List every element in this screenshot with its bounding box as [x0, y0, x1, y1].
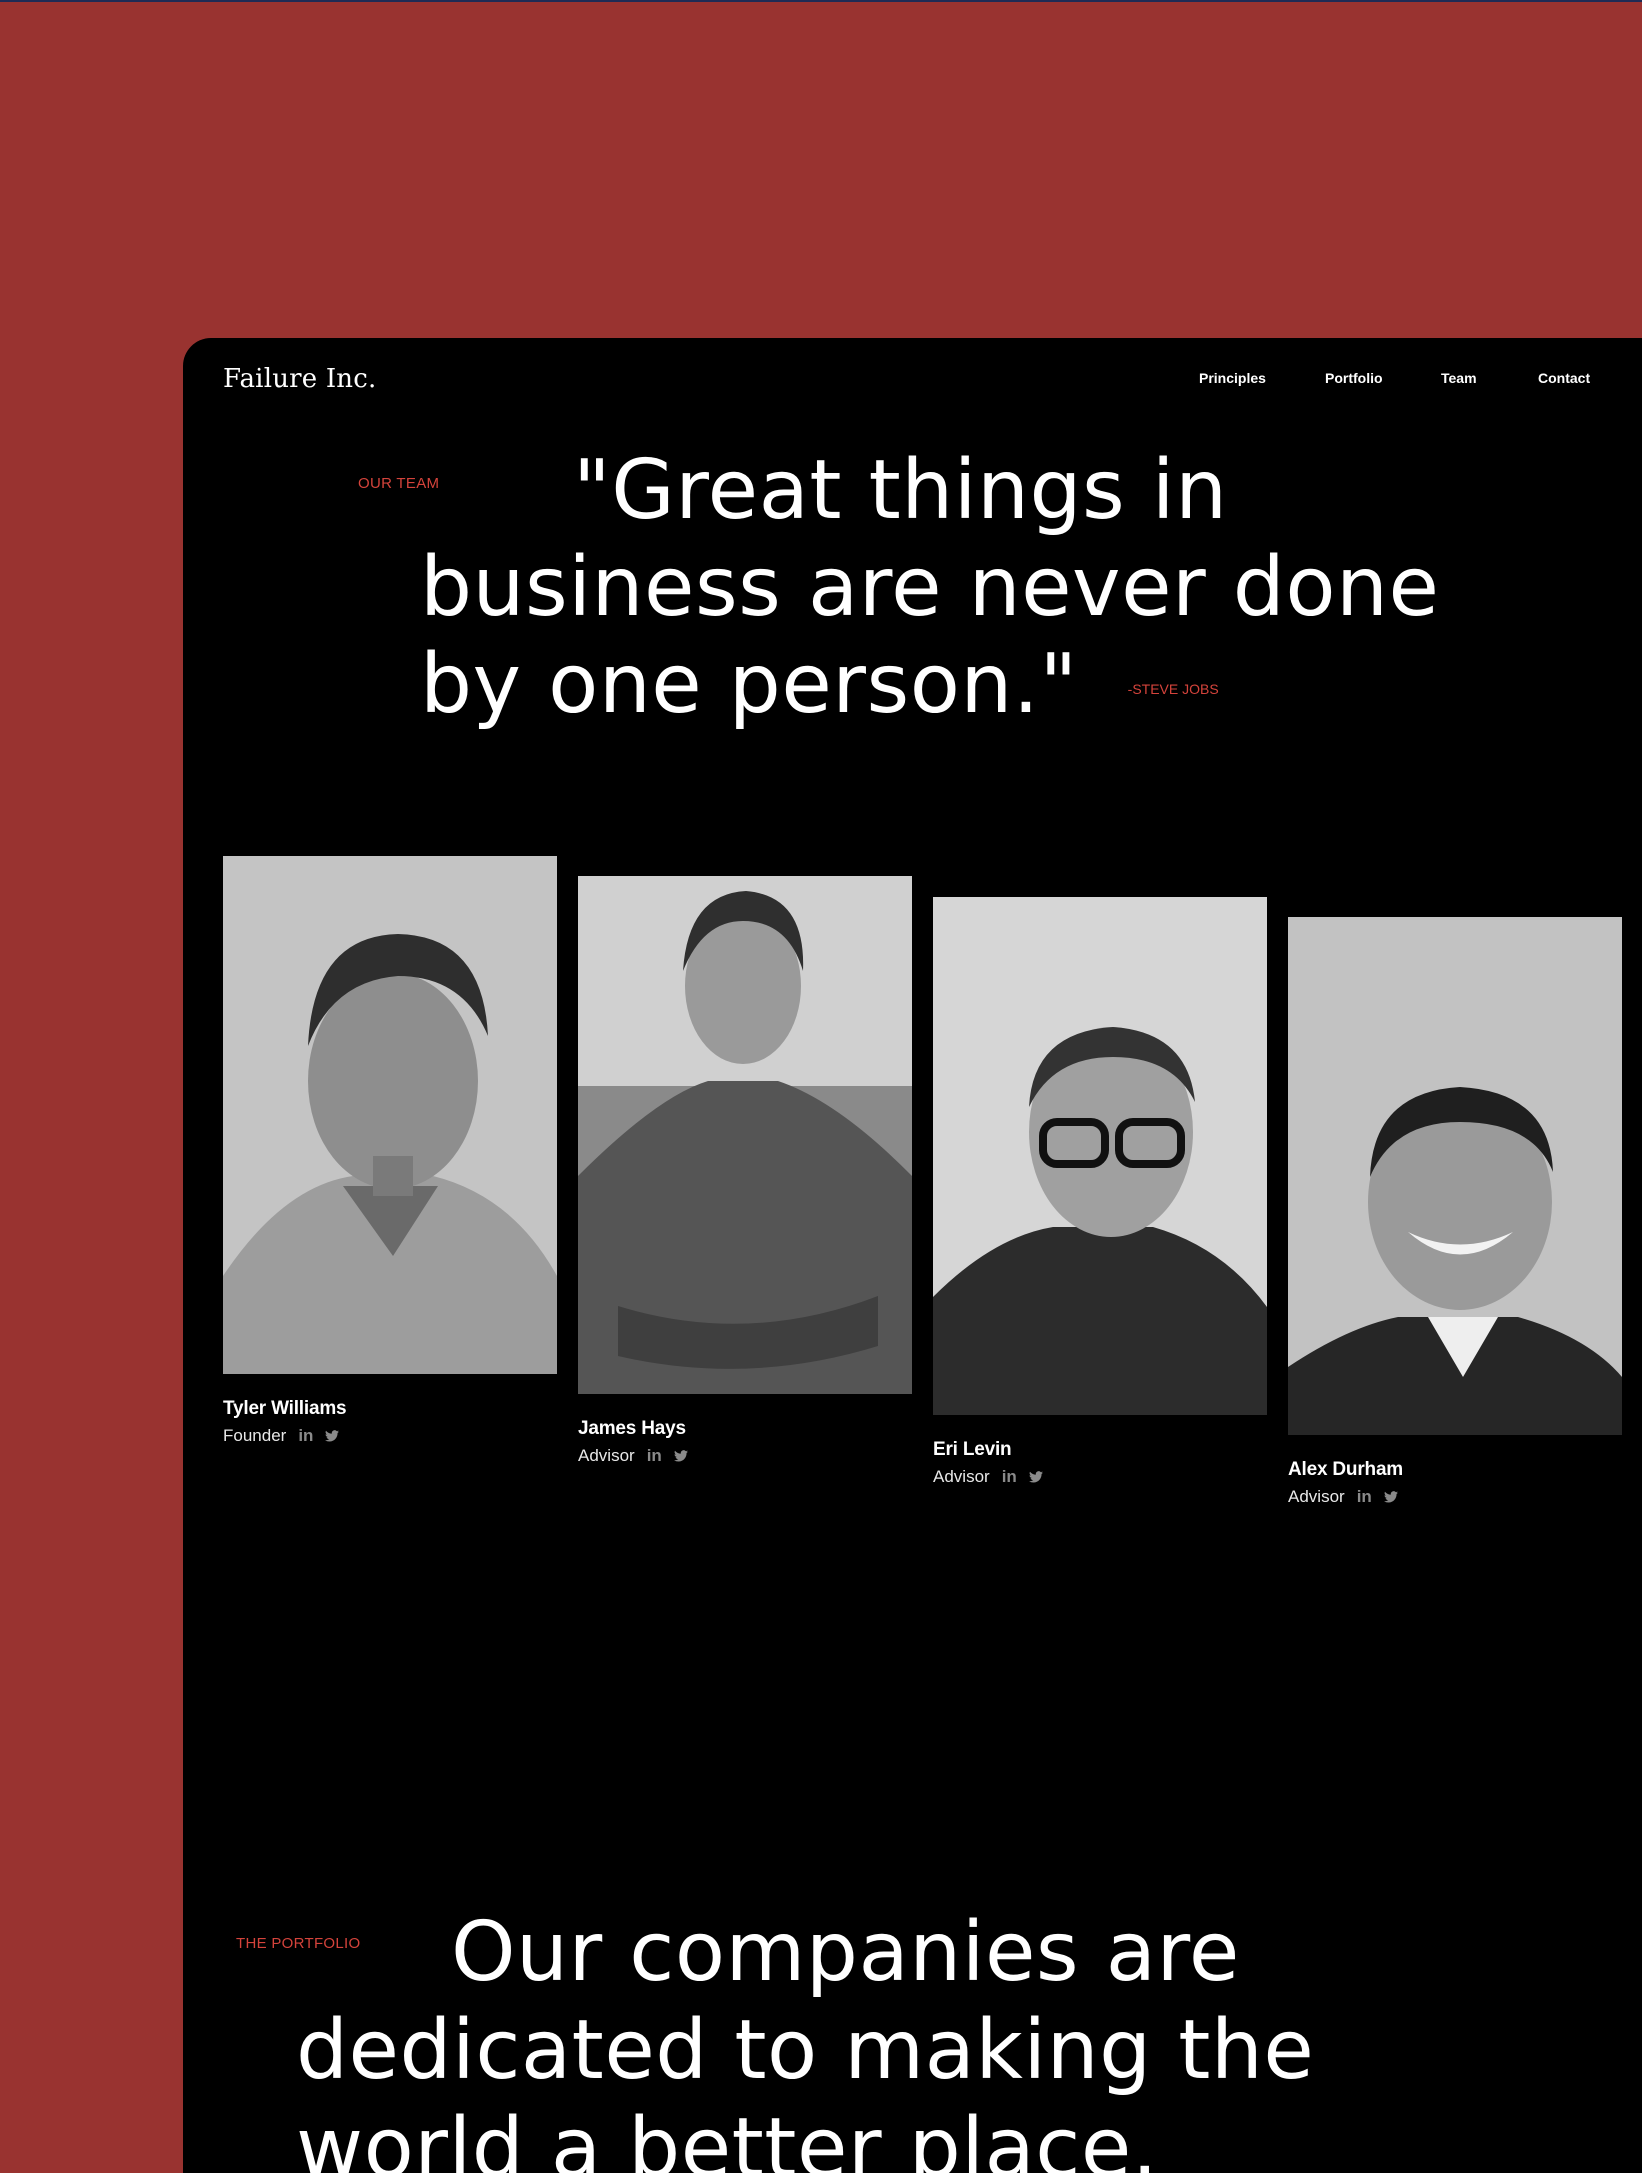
member-meta: Advisor in	[1288, 1487, 1622, 1507]
portfolio-heading: Our companies are dedicated to making th…	[296, 1905, 1315, 2173]
nav-team[interactable]: Team	[1441, 370, 1477, 386]
member-photo	[223, 856, 557, 1374]
member-name: Eri Levin	[933, 1439, 1012, 1460]
member-role: Founder	[223, 1426, 287, 1445]
member-name: Tyler Williams	[223, 1398, 347, 1419]
linkedin-icon[interactable]: in	[1357, 1487, 1372, 1507]
team-member-card: Tyler Williams Founder in	[223, 856, 557, 1446]
member-role: Advisor	[933, 1467, 990, 1486]
member-role: Advisor	[1288, 1487, 1345, 1506]
quote-attribution: -STEVE JOBS	[1127, 681, 1219, 698]
nav-contact[interactable]: Contact	[1538, 370, 1590, 386]
member-photo	[933, 897, 1267, 1415]
team-member-card: James Hays Advisor in	[578, 876, 912, 1466]
main-nav: Principles Portfolio Team Contact	[183, 370, 1642, 390]
member-role: Advisor	[578, 1446, 635, 1465]
browser-screen: Failure Inc. Principles Portfolio Team C…	[183, 338, 1642, 2173]
nav-principles[interactable]: Principles	[1199, 370, 1266, 386]
member-meta: Advisor in	[933, 1467, 1267, 1487]
linkedin-icon[interactable]: in	[647, 1446, 662, 1466]
twitter-icon[interactable]	[673, 1450, 688, 1462]
member-photo	[578, 876, 912, 1394]
team-quote: "Great things in business are never done…	[420, 442, 1520, 738]
team-member-card: Alex Durham Advisor in	[1288, 917, 1622, 1507]
twitter-icon[interactable]	[1383, 1491, 1398, 1503]
member-name: James Hays	[578, 1418, 686, 1439]
linkedin-icon[interactable]: in	[1002, 1467, 1017, 1487]
member-meta: Founder in	[223, 1426, 557, 1446]
quote-text: "Great things in business are never done…	[420, 443, 1440, 732]
member-meta: Advisor in	[578, 1446, 912, 1466]
member-name: Alex Durham	[1288, 1459, 1404, 1480]
twitter-icon[interactable]	[1028, 1471, 1043, 1483]
twitter-icon[interactable]	[325, 1430, 340, 1442]
nav-portfolio[interactable]: Portfolio	[1325, 370, 1383, 386]
team-member-card: Eri Levin Advisor in	[933, 897, 1267, 1487]
member-photo	[1288, 917, 1622, 1435]
linkedin-icon[interactable]: in	[298, 1426, 313, 1446]
